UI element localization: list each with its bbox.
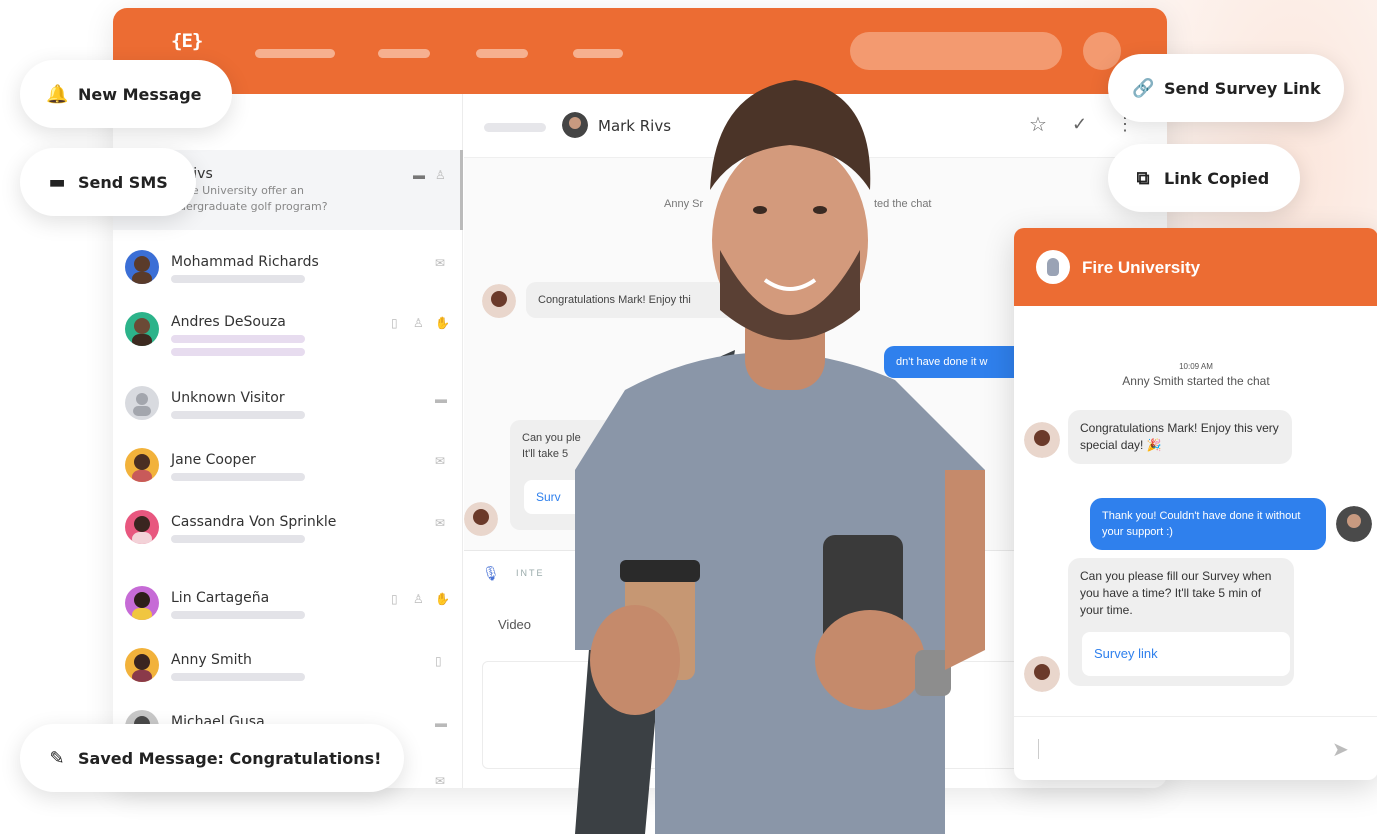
send-survey-link-label: Send Survey Link [1164, 78, 1321, 98]
link-copied-button[interactable]: ⧉ Link Copied [1108, 144, 1300, 212]
message-preview-bar [171, 335, 305, 343]
edit-icon: ✎ [49, 747, 65, 769]
system-message: Anny Smith started the chat [1122, 374, 1270, 388]
hand-icon: ✋ [435, 316, 450, 330]
person-illustration [515, 50, 1035, 834]
email-icon: ✉ [435, 774, 446, 788]
university-logo-icon [1036, 250, 1070, 284]
message-preview-bar [171, 348, 305, 356]
message-preview-bar [171, 535, 305, 543]
person-icon: ♙ [413, 592, 424, 606]
agent-avatar [482, 284, 516, 318]
copy-icon: ⧉ [1136, 167, 1150, 189]
avatar [125, 386, 159, 420]
mobile-icon: ▯ [391, 592, 398, 606]
bell-icon: 🔔 [46, 83, 69, 105]
avatar [125, 312, 159, 346]
sms-icon: ▬ [413, 168, 425, 182]
contact-name: Anny Smith [171, 652, 252, 668]
mobile-icon: ▯ [435, 654, 442, 668]
conversation-item[interactable]: Anny Smith ▯ [113, 636, 463, 704]
send-icon[interactable]: ➤ [1332, 737, 1349, 762]
link-icon: 🔗 [1132, 77, 1155, 99]
message-preview-bar [171, 473, 305, 481]
chat-icon: ▬ [435, 392, 447, 406]
user-avatar[interactable] [1083, 32, 1121, 70]
avatar [125, 586, 159, 620]
nav-item-1[interactable] [255, 49, 335, 58]
user-avatar [1336, 506, 1372, 542]
contact-name: Andres DeSouza [171, 314, 286, 330]
conversation-item[interactable]: Jane Cooper ✉ [113, 436, 463, 504]
conversation-item[interactable]: Mohammad Richards ✉ [113, 238, 463, 306]
send-sms-button[interactable]: ▬ Send SMS [20, 148, 196, 216]
mic-icon[interactable]: 🎙 [482, 565, 500, 582]
chat-bubble-outgoing: Thank you! Couldn't have done it without… [1090, 498, 1326, 550]
email-icon: ✉ [435, 516, 446, 530]
nav-item-2[interactable] [378, 49, 430, 58]
text-cursor [1038, 739, 1039, 759]
send-sms-label: Send SMS [78, 172, 168, 192]
contact-name: Unknown Visitor [171, 390, 285, 406]
chat-timestamp: 10:09 AM [1179, 362, 1213, 371]
email-icon: ✉ [435, 454, 446, 468]
check-icon[interactable]: ✓ [1072, 114, 1087, 135]
new-message-label: New Message [78, 84, 202, 104]
mobile-icon: ▯ [391, 316, 398, 330]
saved-message-button[interactable]: ✎ Saved Message: Congratulations! [20, 724, 404, 792]
app-logo[interactable]: {E} [171, 30, 203, 52]
link-copied-label: Link Copied [1164, 168, 1270, 188]
hand-icon: ✋ [435, 592, 450, 606]
survey-request-text: Can you please fill our Survey when you … [1080, 569, 1272, 617]
agent-avatar [1024, 422, 1060, 458]
message-preview: Fire University offer an dergraduate gol… [179, 184, 328, 213]
new-message-button[interactable]: 🔔 New Message [20, 60, 232, 128]
widget-message-input[interactable]: ➤ [1014, 716, 1377, 780]
message-preview-bar [171, 673, 305, 681]
person-icon: ♙ [435, 168, 446, 182]
conversation-item[interactable]: Lin Cartageña ▯ ♙ ✋ [113, 574, 463, 642]
person-icon: ♙ [413, 316, 424, 330]
conversation-item[interactable]: Andres DeSouza ▯ ♙ ✋ [113, 300, 463, 374]
sms-icon: ▬ [48, 171, 66, 193]
contact-name: Lin Cartageña [171, 590, 270, 606]
chat-icon: ▬ [435, 716, 447, 730]
send-survey-link-button[interactable]: 🔗 Send Survey Link [1108, 54, 1344, 122]
agent-avatar [1024, 656, 1060, 692]
widget-header: Fire University [1014, 228, 1377, 306]
conversation-item[interactable]: Unknown Visitor ▬ [113, 374, 463, 442]
contact-name: Mohammad Richards [171, 254, 319, 270]
avatar [125, 648, 159, 682]
avatar [125, 510, 159, 544]
widget-title: Fire University [1082, 258, 1201, 277]
conversation-item[interactable]: Cassandra Von Sprinkle ✉ [113, 498, 463, 574]
avatar [125, 448, 159, 482]
message-preview-bar [171, 611, 305, 619]
message-preview-bar [171, 411, 305, 419]
agent-avatar [464, 502, 498, 536]
chat-widget: Fire University 10:09 AM Anny Smith star… [1014, 228, 1377, 780]
avatar [125, 250, 159, 284]
survey-link[interactable]: Survey link [1082, 632, 1290, 676]
contact-name: Cassandra Von Sprinkle [171, 514, 337, 530]
email-icon: ✉ [435, 256, 446, 270]
contact-name: Jane Cooper [171, 452, 256, 468]
saved-message-label: Saved Message: Congratulations! [78, 748, 382, 768]
message-preview-bar [171, 275, 305, 283]
chat-bubble-incoming: Congratulations Mark! Enjoy this very sp… [1068, 410, 1292, 464]
